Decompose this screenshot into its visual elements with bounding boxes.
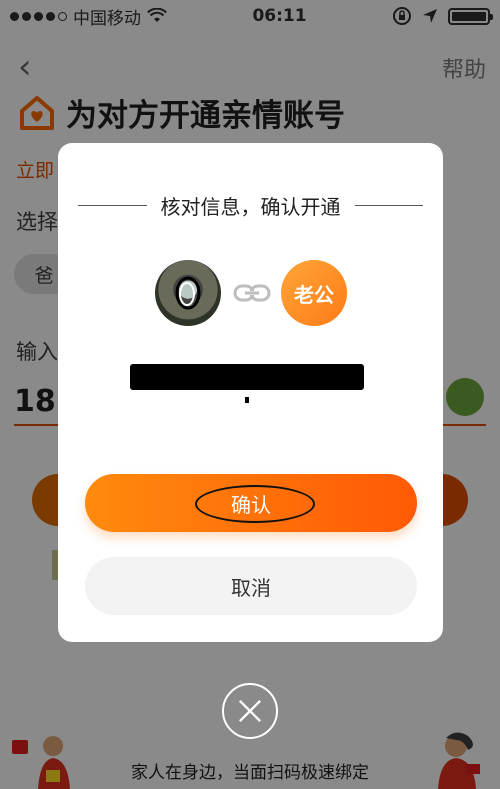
link-icon	[233, 284, 271, 302]
dialog-title-row: 核对信息，确认开通	[78, 191, 423, 220]
back-button[interactable]: ‹	[18, 50, 32, 84]
select-relation-label: 选择	[16, 210, 58, 234]
cancel-button-label: 取消	[231, 575, 271, 600]
open-now-link[interactable]: 立即	[16, 156, 54, 183]
close-icon	[238, 699, 262, 723]
page-heading: 为对方开通亲情账号	[18, 90, 345, 135]
rotation-lock-icon	[393, 7, 411, 25]
status-left: 中国移动	[10, 4, 167, 29]
my-avatar	[155, 260, 221, 326]
phone-input[interactable]: 18	[14, 384, 56, 419]
page-title: 为对方开通亲情账号	[66, 98, 345, 134]
confirm-button-label: 确认	[231, 492, 271, 517]
redaction-dot	[245, 397, 249, 403]
scribble-mark-icon	[175, 276, 201, 310]
close-dialog-button[interactable]	[222, 683, 278, 739]
input-phone-label: 输入	[16, 340, 58, 364]
signal-icon	[10, 11, 67, 21]
dialog-title: 核对信息，确认开通	[160, 195, 341, 219]
wifi-icon	[147, 8, 167, 22]
title-divider-right	[354, 205, 423, 206]
confirm-dialog: 核对信息，确认开通 老公 确认 取消	[58, 143, 443, 642]
contacts-icon[interactable]	[446, 378, 484, 416]
status-bar: 中国移动 06:11	[0, 0, 500, 32]
help-button[interactable]: 帮助	[442, 52, 486, 84]
title-divider-left	[78, 205, 147, 206]
confirm-button[interactable]: 确认	[85, 474, 417, 532]
location-icon	[423, 9, 437, 23]
cancel-button[interactable]: 取消	[85, 557, 417, 615]
battery-icon	[448, 7, 493, 25]
house-heart-icon	[20, 95, 54, 130]
status-time: 06:11	[252, 6, 307, 26]
redacted-phone-number	[130, 364, 364, 390]
footer-caption: 家人在身边，当面扫码极速绑定	[131, 763, 369, 783]
partner-avatar: 老公	[281, 260, 347, 326]
status-right	[392, 6, 493, 26]
carrier-label: 中国移动	[73, 8, 141, 29]
partner-name: 老公	[294, 282, 334, 307]
